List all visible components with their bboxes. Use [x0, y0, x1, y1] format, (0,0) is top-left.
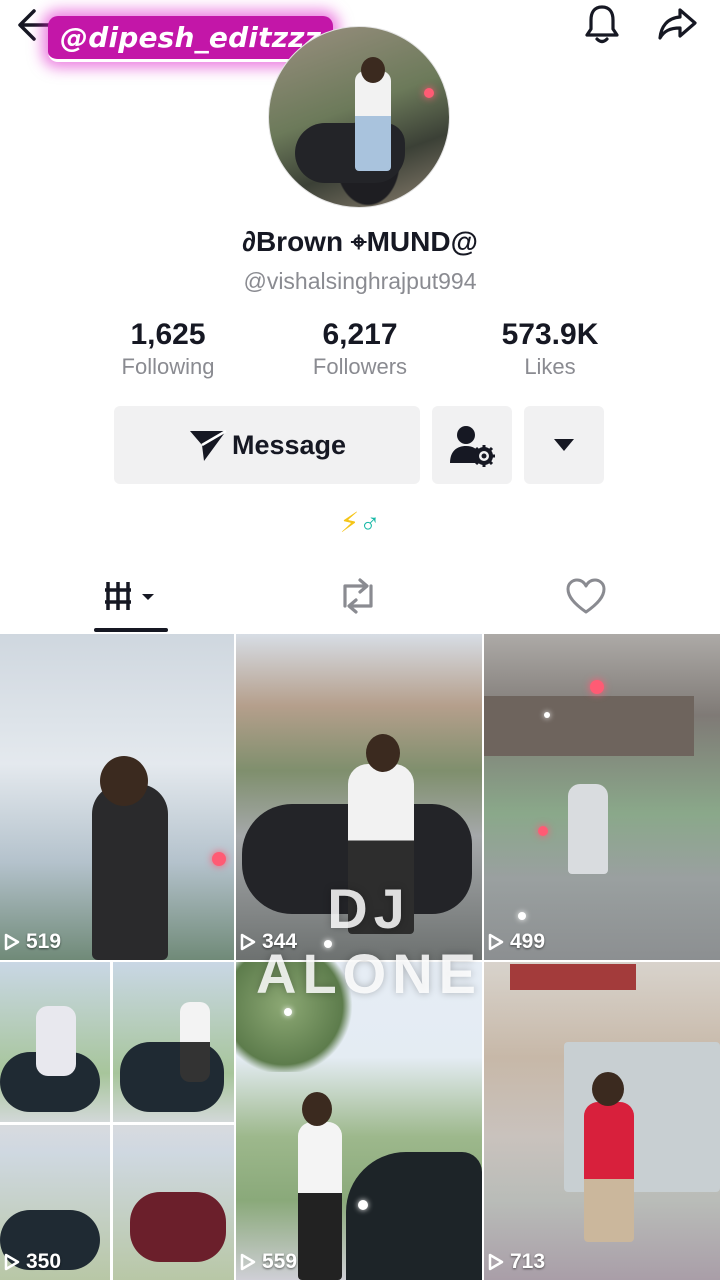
sparkle-dot [518, 912, 526, 920]
stat-value: 1,625 [130, 318, 206, 351]
view-count-value: 713 [510, 1250, 546, 1273]
stat-following[interactable]: 1,625 Following [104, 318, 232, 380]
person-head-shape [100, 756, 148, 806]
sparkle-dot [212, 852, 226, 866]
person-shape [568, 784, 608, 874]
bike-shape [346, 1152, 482, 1280]
notifications-button[interactable] [576, 0, 628, 48]
sparkle-dot [544, 712, 550, 718]
view-count: 713 [484, 1250, 545, 1274]
profile-actions: Message [0, 406, 720, 484]
house-shape [484, 696, 694, 756]
avatar[interactable] [268, 26, 450, 208]
profile-nickname: ∂Brown ⌖MUND@ [242, 226, 478, 257]
building-shape [510, 964, 636, 990]
grid-divider [110, 962, 113, 1280]
stat-value: 6,217 [322, 318, 398, 351]
heart-icon [566, 578, 606, 614]
person-shape [584, 1102, 634, 1242]
overlay-text: DJ ALONE [256, 877, 482, 1005]
view-count-value: 559 [262, 1250, 298, 1273]
sparkle-dot [538, 826, 548, 836]
bike-shape [130, 1192, 226, 1262]
view-count-value: 350 [26, 1250, 62, 1273]
more-options-button[interactable] [524, 406, 604, 484]
stat-likes[interactable]: 573.9K Likes [488, 318, 612, 380]
sparkle-dot [590, 680, 604, 694]
male-sign-emoji: ♂ [359, 507, 381, 538]
profile-tabs [0, 560, 720, 632]
sparkle-dot [324, 940, 332, 948]
repost-icon [343, 578, 373, 614]
video-thumbnail[interactable]: 713 [484, 962, 720, 1280]
avatar-rider-shape [355, 71, 391, 171]
friend-settings-button[interactable] [432, 406, 512, 484]
view-count: 519 [0, 930, 61, 954]
grid-icon [105, 582, 154, 610]
sparkle-dot [424, 88, 434, 98]
view-count: 350 [0, 1250, 61, 1274]
play-icon [4, 1253, 20, 1271]
video-thumbnail[interactable]: 559 [236, 962, 482, 1280]
video-thumbnail[interactable]: 519 [0, 634, 234, 960]
stat-label: Likes [524, 354, 576, 379]
person-head-shape [366, 734, 400, 772]
message-button[interactable]: Message [114, 406, 420, 484]
profile-stats: 1,625 Following 6,217 Followers 573.9K L… [0, 318, 720, 388]
grid-divider [0, 1122, 234, 1125]
stat-label: Following [121, 354, 215, 379]
sparkle-dot [358, 1200, 368, 1210]
active-tab-indicator [94, 628, 168, 632]
user-settings-icon [450, 426, 495, 467]
person-head-shape [592, 1072, 624, 1106]
stat-label: Followers [312, 354, 408, 379]
lightning-emoji: ⚡ [339, 507, 360, 538]
play-icon [488, 1253, 504, 1271]
stat-value: 573.9K [501, 318, 599, 351]
play-icon [240, 1253, 256, 1271]
play-icon [4, 933, 20, 951]
share-button[interactable] [650, 0, 704, 48]
tab-videos[interactable] [94, 560, 168, 632]
view-count-value: 519 [26, 930, 62, 953]
avatar-head-shape [361, 57, 385, 83]
tab-reposts[interactable] [320, 560, 396, 632]
video-thumbnail[interactable]: 350 [0, 962, 234, 1280]
person-head-shape [302, 1092, 332, 1126]
bell-icon [585, 5, 619, 44]
sparkle-dot [284, 1008, 292, 1016]
caret-down-icon [554, 439, 574, 451]
share-icon [658, 8, 697, 40]
person-shape [36, 1006, 76, 1076]
person-shape [92, 784, 168, 960]
person-shape [298, 1122, 342, 1280]
profile-username: @vishalsinghrajput994 [243, 268, 477, 294]
message-button-label: Message [231, 429, 347, 460]
tab-liked[interactable] [548, 560, 624, 632]
send-icon [189, 429, 227, 461]
person-shape [180, 1002, 210, 1082]
view-count: 559 [236, 1250, 297, 1274]
profile-bio: ⚡♂ [0, 506, 720, 539]
stat-followers[interactable]: 6,217 Followers [298, 318, 422, 380]
